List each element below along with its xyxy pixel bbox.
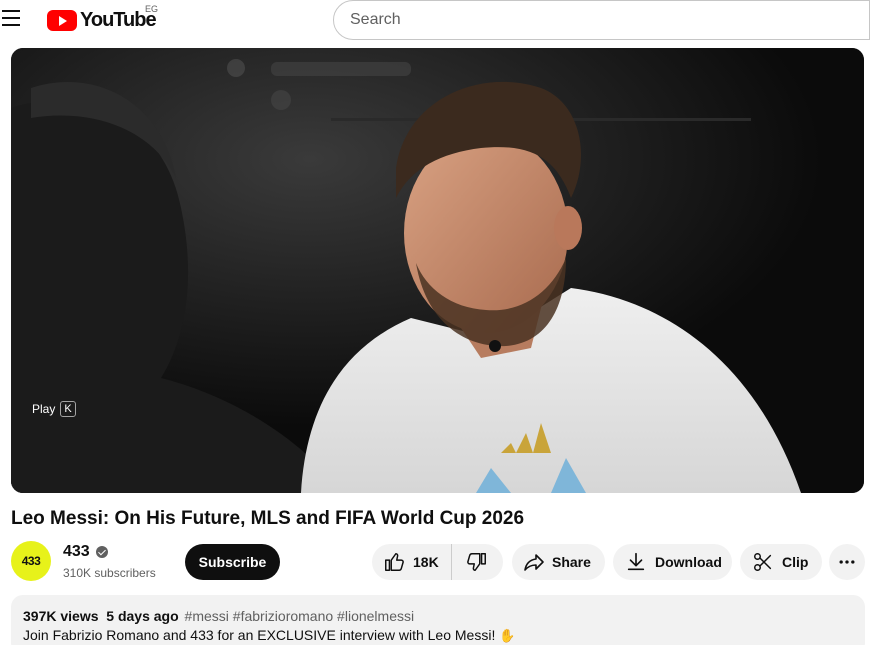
search-input[interactable] — [333, 0, 870, 40]
download-button[interactable]: Download — [613, 544, 732, 580]
play-shortcut-key: K — [60, 401, 76, 417]
clip-label: Clip — [782, 554, 809, 570]
youtube-play-icon — [47, 9, 77, 31]
channel-name-link[interactable]: 433 — [63, 543, 108, 561]
like-count: 18K — [413, 554, 439, 570]
description-text: Join Fabrizio Romano and 433 for an EXCL… — [23, 627, 853, 644]
channel-name: 433 — [63, 543, 90, 560]
verified-badge-icon — [95, 546, 108, 558]
channel-avatar[interactable]: 433 — [11, 541, 51, 581]
clip-button[interactable]: Clip — [740, 544, 822, 580]
more-horizontal-icon — [839, 560, 855, 564]
avatar-text: 433 — [21, 554, 41, 568]
like-dislike-group: 18K — [372, 544, 503, 580]
description-box[interactable]: 397K views 5 days ago #messi #fabrizioro… — [11, 595, 865, 645]
share-icon — [524, 554, 544, 571]
video-frame — [11, 48, 864, 493]
thumbs-down-icon — [467, 553, 486, 571]
youtube-logo[interactable]: YouTube — [47, 8, 157, 32]
share-button[interactable]: Share — [512, 544, 605, 580]
dislike-button[interactable] — [452, 544, 502, 580]
description-body: Join Fabrizio Romano and 433 for an EXCL… — [23, 627, 496, 643]
play-hint: Play K — [32, 401, 76, 417]
share-label: Share — [552, 554, 591, 570]
hashtags[interactable]: #messi #fabrizioromano #lionelmessi — [185, 608, 415, 624]
description-meta: 397K views 5 days ago #messi #fabrizioro… — [23, 608, 853, 624]
video-title: Leo Messi: On His Future, MLS and FIFA W… — [11, 508, 525, 529]
thumbs-up-icon — [385, 553, 404, 571]
view-count: 397K views — [23, 608, 99, 624]
subscriber-count: 310K subscribers — [63, 566, 156, 580]
wave-emoji: ✋ — [499, 628, 516, 643]
download-icon — [627, 552, 645, 571]
video-player[interactable]: Play K — [11, 48, 864, 493]
scissors-icon — [754, 553, 772, 571]
region-code: EG — [145, 4, 159, 14]
upload-date: 5 days ago — [106, 608, 179, 624]
like-button[interactable]: 18K — [372, 544, 452, 580]
masthead: YouTube EG — [0, 0, 878, 42]
play-hint-label: Play — [32, 402, 56, 416]
more-actions-button[interactable] — [829, 544, 865, 580]
menu-icon[interactable] — [2, 10, 22, 28]
download-label: Download — [655, 554, 722, 570]
subscribe-button[interactable]: Subscribe — [185, 544, 280, 580]
